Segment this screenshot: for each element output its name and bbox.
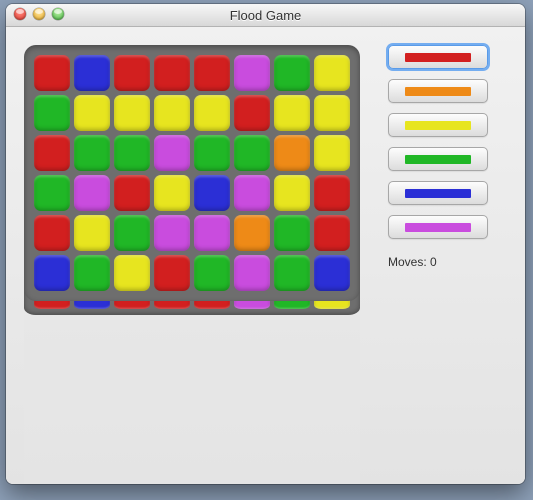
board-cell[interactable] <box>274 55 310 91</box>
color-panel: Moves: 0 <box>388 45 488 269</box>
board-cell[interactable] <box>234 95 270 131</box>
board-cell[interactable] <box>114 55 150 91</box>
board-cell[interactable] <box>114 135 150 171</box>
titlebar: Flood Game <box>6 4 525 27</box>
magenta-swatch-icon <box>405 223 471 232</box>
minimize-icon[interactable] <box>33 8 45 20</box>
board-cell[interactable] <box>194 175 230 211</box>
board-cell[interactable] <box>234 215 270 251</box>
board-cell[interactable] <box>194 95 230 131</box>
board-cell[interactable] <box>314 255 350 291</box>
board-cell[interactable] <box>34 175 70 211</box>
board-cell[interactable] <box>194 55 230 91</box>
board-cell[interactable] <box>34 135 70 171</box>
board-cell[interactable] <box>74 255 110 291</box>
board-cell[interactable] <box>34 95 70 131</box>
window-content: Moves: 0 <box>6 27 525 484</box>
board-cell[interactable] <box>194 215 230 251</box>
board-cell[interactable] <box>274 255 310 291</box>
board-cell[interactable] <box>74 55 110 91</box>
board-cell[interactable] <box>34 255 70 291</box>
blue-swatch-icon <box>405 189 471 198</box>
color-button-yellow[interactable] <box>388 113 488 137</box>
board-cell[interactable] <box>154 55 190 91</box>
app-window: Flood Game Moves: 0 <box>6 4 525 484</box>
board-cell[interactable] <box>114 95 150 131</box>
board-cell[interactable] <box>154 255 190 291</box>
color-button-magenta[interactable] <box>388 215 488 239</box>
board-cell[interactable] <box>74 215 110 251</box>
board-cell[interactable] <box>274 135 310 171</box>
board-cell[interactable] <box>314 55 350 91</box>
color-button-orange[interactable] <box>388 79 488 103</box>
board-cell[interactable] <box>314 95 350 131</box>
color-button-blue[interactable] <box>388 181 488 205</box>
board-cell[interactable] <box>154 135 190 171</box>
board-cell[interactable] <box>74 175 110 211</box>
board-cell[interactable] <box>274 215 310 251</box>
board-cell[interactable] <box>234 55 270 91</box>
board-cell[interactable] <box>154 175 190 211</box>
board-cell[interactable] <box>234 255 270 291</box>
board-cell[interactable] <box>234 135 270 171</box>
board-cell[interactable] <box>234 175 270 211</box>
board-frame <box>24 45 360 301</box>
board-cell[interactable] <box>274 95 310 131</box>
board-cell[interactable] <box>274 175 310 211</box>
board-cell[interactable] <box>194 135 230 171</box>
zoom-icon[interactable] <box>52 8 64 20</box>
board-cell[interactable] <box>314 135 350 171</box>
green-swatch-icon <box>405 155 471 164</box>
color-button-green[interactable] <box>388 147 488 171</box>
red-swatch-icon <box>405 53 471 62</box>
board-cell[interactable] <box>314 215 350 251</box>
reflection-fade <box>24 315 360 484</box>
board-cell[interactable] <box>154 95 190 131</box>
board-cell[interactable] <box>114 255 150 291</box>
traffic-lights <box>14 8 64 20</box>
board-cell[interactable] <box>34 55 70 91</box>
flood-board[interactable] <box>34 55 350 291</box>
board-cell[interactable] <box>154 215 190 251</box>
board-cell[interactable] <box>194 255 230 291</box>
board-cell[interactable] <box>74 135 110 171</box>
yellow-swatch-icon <box>405 121 471 130</box>
close-icon[interactable] <box>14 8 26 20</box>
window-title: Flood Game <box>6 8 525 23</box>
board-cell[interactable] <box>314 175 350 211</box>
board-cell[interactable] <box>34 215 70 251</box>
board-cell[interactable] <box>74 95 110 131</box>
board-cell[interactable] <box>114 215 150 251</box>
moves-label: Moves: 0 <box>388 255 488 269</box>
orange-swatch-icon <box>405 87 471 96</box>
board-cell[interactable] <box>114 175 150 211</box>
color-button-red[interactable] <box>388 45 488 69</box>
